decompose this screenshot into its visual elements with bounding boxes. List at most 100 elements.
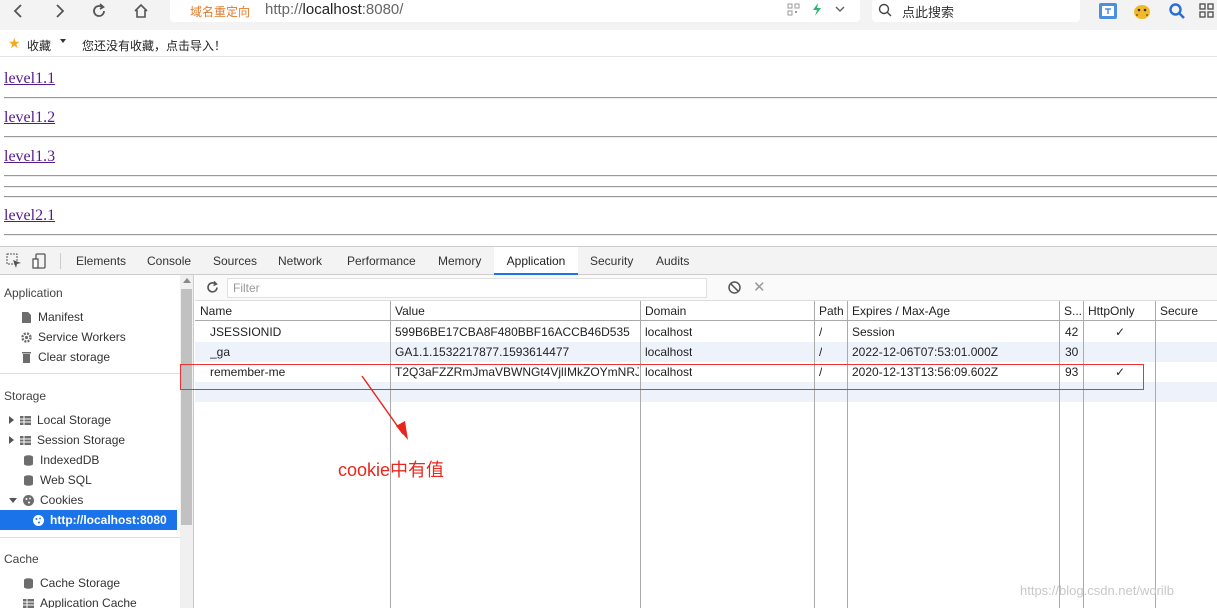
tab-elements[interactable]: Elements xyxy=(70,247,132,275)
leopard-extension-icon[interactable] xyxy=(1131,0,1153,22)
chevron-down-icon[interactable] xyxy=(834,3,846,19)
sidebar-divider xyxy=(0,373,180,374)
caret-down-icon[interactable] xyxy=(60,39,66,43)
cookies-pane: Filter ✕ Name Value Domain Path Expires … xyxy=(195,275,1217,608)
cookie-name: _ga xyxy=(210,345,231,359)
reload-button[interactable] xyxy=(86,0,112,22)
url-host: localhost xyxy=(302,1,362,18)
star-icon[interactable]: ★ xyxy=(8,35,21,52)
section-heading-storage: Storage xyxy=(4,389,47,403)
chevron-left-icon xyxy=(13,4,22,18)
divider xyxy=(4,234,1217,236)
qr-code-icon[interactable] xyxy=(787,3,800,19)
column-header-secure[interactable]: Secure xyxy=(1160,304,1198,318)
cookie-value: 599B6BE17CBA8F480BBF16ACCB46D535 xyxy=(395,325,630,339)
sidebar-item-local-storage[interactable]: Local Storage xyxy=(9,410,111,430)
column-header-size[interactable]: S... xyxy=(1064,304,1082,318)
sidebar-item-cache-storage[interactable]: Cache Storage xyxy=(22,573,120,593)
home-icon xyxy=(134,3,148,18)
sidebar-item-cookie-origin[interactable]: http://localhost:8080 xyxy=(0,510,177,530)
address-bar[interactable]: 域名重定向 http://localhost:8080/ xyxy=(170,0,860,22)
column-header-path[interactable]: Path xyxy=(819,304,844,318)
sidebar-item-label: Cookies xyxy=(40,493,84,507)
grid-table-icon xyxy=(20,435,31,445)
tab-security[interactable]: Security xyxy=(584,247,639,275)
cookie-httponly: ✓ xyxy=(1114,325,1126,339)
scrollbar-thumb[interactable] xyxy=(181,289,192,525)
cookie-httponly: ✓ xyxy=(1114,365,1126,379)
lightning-icon[interactable] xyxy=(812,3,822,19)
url-text[interactable]: http://localhost:8080/ xyxy=(265,1,403,18)
table-row[interactable]: JSESSIONID 599B6BE17CBA8F480BBF16ACCB46D… xyxy=(195,322,1217,342)
close-icon[interactable]: ✕ xyxy=(753,278,766,296)
column-header-value[interactable]: Value xyxy=(395,304,425,318)
sidebar-item-application-cache[interactable]: Application Cache xyxy=(22,593,137,608)
cookie-domain: localhost xyxy=(645,325,693,339)
tab-console[interactable]: Console xyxy=(141,247,197,275)
database-icon xyxy=(24,474,33,486)
trash-icon xyxy=(22,351,31,363)
link-level2-1[interactable]: level2.1 xyxy=(4,207,55,225)
cookie-value: T2Q3aFZZRmJmaVBWNGt4VjlIMkZOYmNRJ... xyxy=(395,365,639,379)
collapse-arrow-icon[interactable] xyxy=(9,497,17,503)
sidebar-item-web-sql[interactable]: Web SQL xyxy=(22,470,92,490)
tab-application[interactable]: Application xyxy=(494,247,578,275)
divider xyxy=(4,136,1217,138)
sidebar-divider xyxy=(0,537,180,538)
column-header-httponly[interactable]: HttpOnly xyxy=(1088,304,1135,318)
sidebar-item-manifest[interactable]: Manifest xyxy=(20,307,83,327)
tab-performance[interactable]: Performance xyxy=(341,247,422,275)
inspect-element-icon[interactable] xyxy=(6,253,22,269)
sidebar-item-clear-storage[interactable]: Clear storage xyxy=(20,347,110,367)
cookie-expires: 2022-12-06T07:53:01.000Z xyxy=(852,345,999,359)
refresh-icon[interactable] xyxy=(205,280,220,295)
table-header-row: Name Value Domain Path Expires / Max-Age… xyxy=(195,301,1217,321)
filter-input[interactable]: Filter xyxy=(227,278,707,298)
sidebar-scrollbar[interactable] xyxy=(180,275,193,608)
forward-button[interactable] xyxy=(46,0,72,22)
column-divider xyxy=(640,301,641,608)
column-header-domain[interactable]: Domain xyxy=(645,304,686,318)
block-icon[interactable] xyxy=(727,280,742,295)
sidebar-item-cookies[interactable]: Cookies xyxy=(9,490,83,510)
link-level1-1[interactable]: level1.1 xyxy=(4,70,55,88)
tab-network[interactable]: Network xyxy=(272,247,328,275)
sidebar-item-label: IndexedDB xyxy=(40,453,100,467)
divider xyxy=(4,175,1217,177)
apps-grid-icon[interactable] xyxy=(1196,0,1217,22)
column-divider xyxy=(1083,301,1084,608)
column-header-name[interactable]: Name xyxy=(200,304,232,318)
database-icon xyxy=(24,577,33,589)
column-header-expires[interactable]: Expires / Max-Age xyxy=(852,304,950,318)
search-box[interactable]: 点此搜索 xyxy=(872,0,1080,22)
device-toolbar-icon[interactable] xyxy=(32,253,48,269)
back-button[interactable] xyxy=(6,0,32,22)
tab-memory[interactable]: Memory xyxy=(432,247,487,275)
link-level1-2[interactable]: level1.2 xyxy=(4,109,55,127)
expand-arrow-icon[interactable] xyxy=(9,436,14,444)
expand-arrow-icon[interactable] xyxy=(9,416,14,424)
home-button[interactable] xyxy=(128,0,154,22)
bookmarks-menu[interactable]: 收藏 xyxy=(27,37,51,54)
tab-sources[interactable]: Sources xyxy=(207,247,263,275)
table-row[interactable]: _ga GA1.1.1532217877.1593614477 localhos… xyxy=(195,342,1217,362)
sidebar-item-service-workers[interactable]: Service Workers xyxy=(20,327,126,347)
table-row[interactable]: remember-me T2Q3aFZZRmJmaVBWNGt4VjlIMkZO… xyxy=(195,362,1217,382)
cookie-value: GA1.1.1532217877.1593614477 xyxy=(395,345,570,359)
tab-audits[interactable]: Audits xyxy=(650,247,695,275)
scroll-up-arrow-icon[interactable] xyxy=(183,278,191,283)
sidebar-item-label: Clear storage xyxy=(38,350,111,364)
watermark: https://blog.csdn.net/worilb xyxy=(1020,583,1174,598)
section-heading-cache: Cache xyxy=(4,552,39,566)
url-port-path: :8080/ xyxy=(361,1,404,18)
cookies-toolbar: Filter ✕ xyxy=(195,275,1217,301)
translate-extension-icon[interactable] xyxy=(1097,0,1119,22)
cookie-path: / xyxy=(819,365,823,379)
search-placeholder: 点此搜索 xyxy=(902,5,955,20)
sidebar-item-indexeddb[interactable]: IndexedDB xyxy=(22,450,99,470)
sidebar-item-session-storage[interactable]: Session Storage xyxy=(9,430,125,450)
link-level1-3[interactable]: level1.3 xyxy=(4,148,55,166)
column-divider xyxy=(847,301,848,608)
magnifier-extension-icon[interactable] xyxy=(1166,0,1188,22)
bookmarks-import-hint[interactable]: 您还没有收藏，点击导入！ xyxy=(82,37,226,54)
